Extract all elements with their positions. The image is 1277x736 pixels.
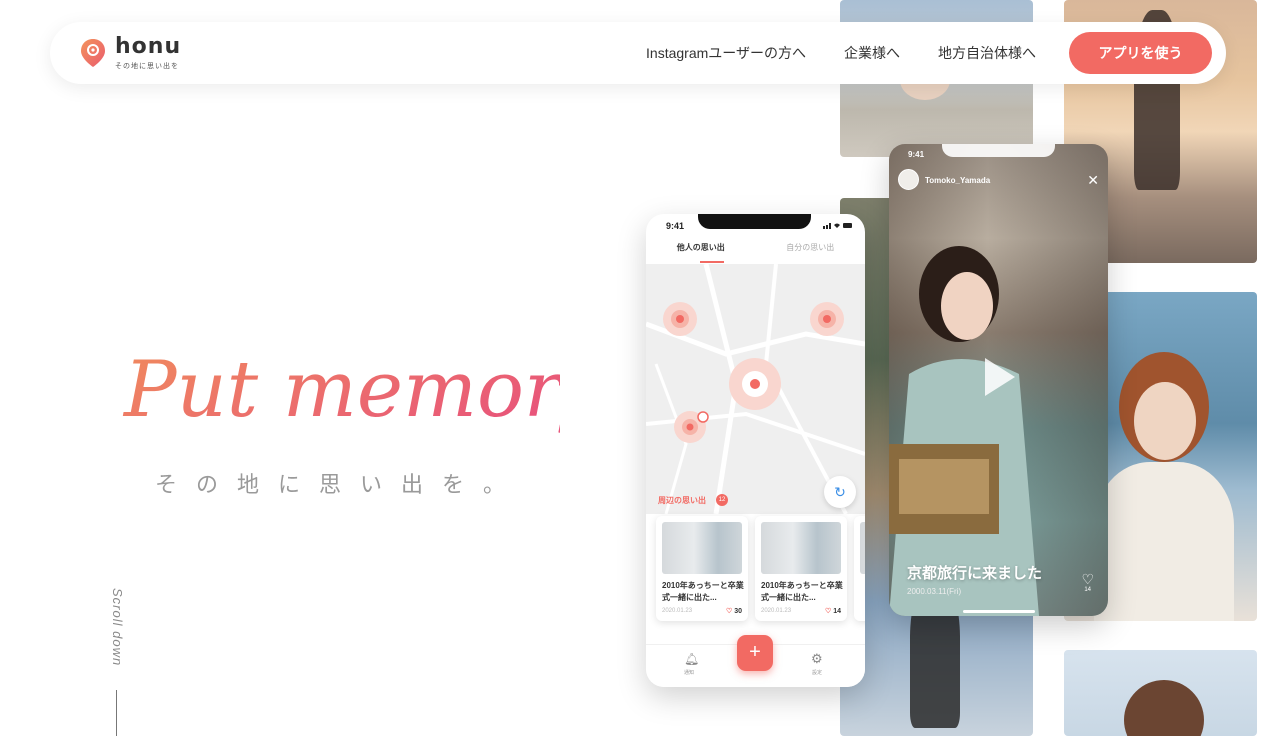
story-username[interactable]: Tomoko_Yamada	[925, 176, 990, 185]
phone-notch	[942, 144, 1055, 157]
logo-wordmark: honu	[115, 34, 182, 59]
memory-card-partial[interactable]	[854, 516, 865, 621]
logo[interactable]: honu その地に思い出を	[80, 34, 200, 72]
hero-title-text: Put memory	[122, 345, 560, 435]
status-time: 9:41	[666, 221, 685, 231]
hero-title: Put memory	[122, 345, 560, 435]
story-date: 2000.03.11(Fri)	[907, 587, 962, 596]
map-tabs: 他人の思い出 自分の思い出	[646, 242, 865, 264]
memory-card[interactable]: 2010年あっちーと卒業式一緒に出た... 2020.01.23 ♡ 14	[755, 516, 847, 621]
active-tab-indicator	[700, 261, 724, 263]
heart-icon[interactable]: ♡	[1081, 571, 1094, 588]
heart-icon: ♡	[824, 608, 832, 615]
memory-card-likes: ♡ 14	[824, 608, 841, 615]
memory-card-image	[662, 522, 742, 574]
phone-map-screen: 9:41 他人の思い出 自分の思い出 ↻ 周辺の思い出 12 2010年あっちー…	[646, 214, 865, 687]
status-icons	[823, 223, 852, 229]
heart-icon: ♡	[725, 608, 733, 615]
status-time: 9:41	[908, 150, 925, 159]
memory-card-title: 2010年あっちーと卒業式一緒に出た...	[761, 581, 843, 602]
nav-notify-label: 通知	[684, 670, 695, 676]
scroll-line	[116, 690, 117, 736]
story-like-count: 14	[1084, 587, 1091, 593]
memory-pin[interactable]	[663, 302, 697, 336]
scroll-down-label[interactable]: Scroll down	[110, 588, 125, 666]
add-memory-button[interactable]: +	[737, 635, 773, 671]
play-icon[interactable]	[985, 358, 1015, 396]
map-view[interactable]	[646, 264, 865, 514]
story-person	[889, 246, 1039, 616]
use-app-button[interactable]: アプリを使う	[1069, 32, 1212, 74]
user-avatar[interactable]	[898, 169, 919, 190]
home-indicator	[963, 610, 1035, 613]
location-pin-icon	[81, 39, 105, 67]
memory-card-date: 2020.01.23	[761, 608, 792, 614]
logo-tagline: その地に思い出を	[115, 63, 179, 70]
memory-card-date: 2020.01.23	[662, 608, 693, 614]
hero-subtitle: その地に思い出を。	[155, 472, 525, 497]
nav-companies[interactable]: 企業様へ	[844, 43, 900, 63]
nearby-memories-title: 周辺の思い出	[658, 496, 706, 505]
nav-local-governments[interactable]: 地方自治体様へ	[938, 43, 1036, 63]
bell-icon[interactable]: 🔔︎	[684, 652, 699, 666]
story-caption: 京都旅行に来ました	[907, 565, 1043, 582]
memory-card-image	[761, 522, 841, 574]
nearby-count-badge: 12	[716, 494, 728, 506]
memory-card-likes: ♡ 30	[725, 608, 742, 615]
refresh-icon[interactable]: ↻	[824, 476, 856, 508]
nav-settings-label: 設定	[812, 670, 823, 676]
memory-pin-current[interactable]	[729, 358, 781, 410]
memory-card[interactable]: 2010年あっちーと卒業式一緒に出た... 2020.01.23 ♡ 30	[656, 516, 748, 621]
site-header: honu その地に思い出を Instagramユーザーの方へ 企業様へ 地方自治…	[50, 22, 1226, 84]
memory-pin[interactable]	[810, 302, 844, 336]
nav-instagram-users[interactable]: Instagramユーザーの方へ	[646, 43, 806, 63]
gear-icon[interactable]: ⚙	[811, 651, 823, 667]
phone-notch	[698, 214, 811, 229]
photo-portrait-partial	[1064, 650, 1257, 736]
memory-card-title: 2010年あっちーと卒業式一緒に出た...	[662, 581, 744, 602]
memory-card-image	[860, 522, 865, 574]
close-icon[interactable]: ✕	[1087, 172, 1099, 189]
main-nav: Instagramユーザーの方へ 企業様へ 地方自治体様へ	[646, 22, 1036, 84]
tab-my-memories[interactable]: 自分の思い出	[756, 242, 866, 264]
phone-story-screen: 9:41 Tomoko_Yamada ✕ 京都旅行に来ました 2000.03.1…	[889, 144, 1108, 616]
